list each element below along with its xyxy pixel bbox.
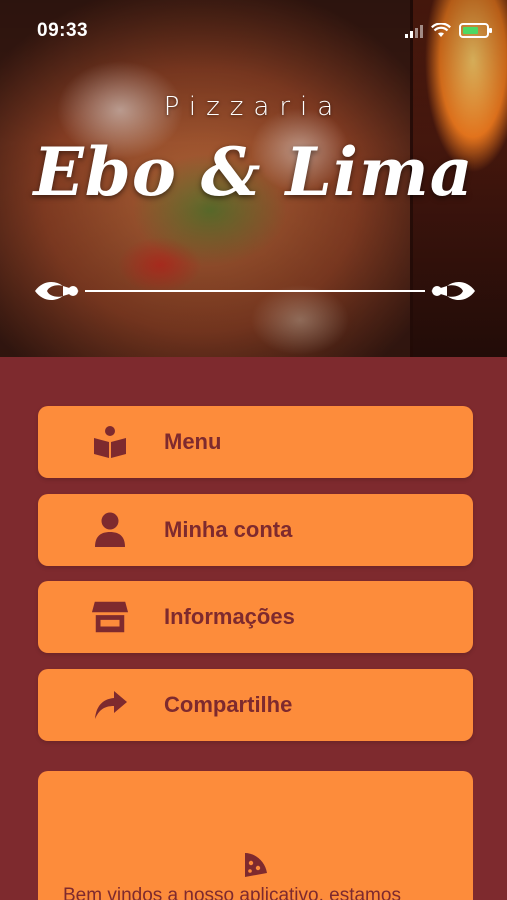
- menu-button[interactable]: Menu: [38, 406, 473, 478]
- wifi-icon: [431, 23, 451, 37]
- user-icon: [91, 511, 129, 549]
- brand-subtitle: Pizzaria: [163, 92, 344, 122]
- my-account-button[interactable]: Minha conta: [38, 493, 473, 566]
- main-menu: Menu Minha conta Informações Compartilhe: [38, 406, 473, 756]
- share-button[interactable]: Compartilhe: [38, 668, 473, 741]
- share-arrow-icon: [91, 686, 129, 724]
- flourish-ornament-icon: [35, 281, 475, 301]
- share-button-label: Compartilhe: [164, 691, 293, 717]
- status-bar: 09:33: [0, 20, 507, 44]
- information-button-label: Informações: [164, 604, 295, 629]
- menu-button-label: Menu: [164, 429, 222, 454]
- battery-charging-icon: [459, 23, 492, 38]
- open-book-icon: [91, 423, 129, 461]
- status-time: 09:33: [37, 20, 89, 41]
- information-button[interactable]: Informações: [38, 581, 473, 653]
- brand-title: Ebo & Lima: [33, 133, 474, 211]
- pizza-slice-icon: [245, 853, 267, 877]
- cellular-signal-icon: [405, 24, 423, 38]
- store-icon: [91, 598, 129, 636]
- welcome-text: Bem vindos a nosso aplicativo, estamos: [63, 885, 401, 900]
- my-account-button-label: Minha conta: [164, 516, 293, 542]
- welcome-card: Bem vindos a nosso aplicativo, estamos: [38, 771, 473, 900]
